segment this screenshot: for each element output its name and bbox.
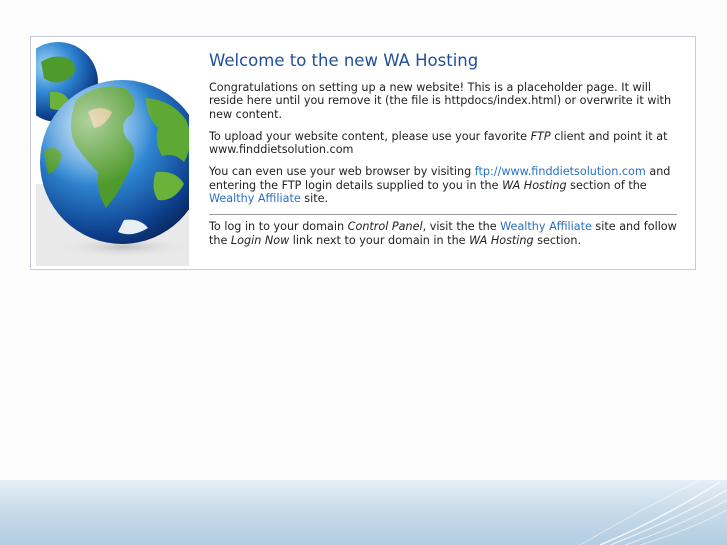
content-area: Welcome to the new WA Hosting Congratula… xyxy=(209,51,679,256)
upload-paragraph: To upload your website content, please u… xyxy=(209,130,679,157)
ftp-term: FTP xyxy=(530,129,551,143)
browser-text-middle2: section of the xyxy=(566,178,647,192)
globe-illustration xyxy=(36,42,189,266)
browser-text-after: site. xyxy=(300,192,329,206)
wa-hosting-term: WA Hosting xyxy=(502,178,567,192)
welcome-panel: Welcome to the new WA Hosting Congratula… xyxy=(30,36,696,270)
wealthy-affiliate-link[interactable]: Wealthy Affiliate xyxy=(209,192,301,205)
wealthy-affiliate-login-link[interactable]: Wealthy Affiliate xyxy=(500,220,592,233)
page-title: Welcome to the new WA Hosting xyxy=(209,51,479,70)
wa-hosting-term-2: WA Hosting xyxy=(469,233,534,247)
login-paragraph: To log in to your domain Control Panel, … xyxy=(209,220,679,247)
upload-text-before: To upload your website content, please u… xyxy=(209,129,531,143)
login-text-mid1: , visit the the xyxy=(422,220,501,234)
globe-icon xyxy=(36,42,189,258)
login-now-term: Login Now xyxy=(230,233,290,247)
control-panel-term: Control Panel xyxy=(347,220,423,234)
browser-text-before: You can even use your web browser by vis… xyxy=(209,165,475,179)
divider xyxy=(209,214,677,216)
footer-band xyxy=(0,480,727,545)
browser-paragraph: You can even use your web browser by vis… xyxy=(209,165,679,205)
login-text-before: To log in to your domain xyxy=(209,220,348,234)
footer-swoosh-decoration xyxy=(579,480,727,545)
login-text-after: section. xyxy=(533,233,582,247)
ftp-link[interactable]: ftp://www.finddietsolution.com xyxy=(475,165,646,178)
intro-text: Congratulations on setting up a new webs… xyxy=(209,81,672,121)
intro-paragraph: Congratulations on setting up a new webs… xyxy=(209,81,679,121)
login-text-mid3: link next to your domain in the xyxy=(289,233,470,247)
